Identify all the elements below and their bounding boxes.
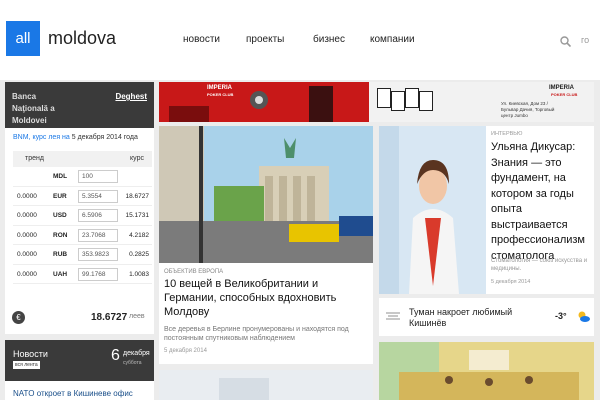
bank-name: Banca Naţională a Moldovei <box>12 92 55 125</box>
currency-code: USD <box>53 212 67 219</box>
interview-card[interactable]: ИНТЕРВЬЮ Ульяна Дикусар: Знания — это фу… <box>379 126 594 294</box>
news-day: 6 <box>111 347 120 364</box>
site-header: all moldova новости проекты бизнес компа… <box>0 0 600 80</box>
currency-rate: 1.0083 <box>129 270 149 278</box>
fog-icon <box>386 312 400 320</box>
banner-art <box>159 82 369 122</box>
interview-date: 5 декабря 2014 <box>491 279 531 285</box>
currency-trend: 0.0000 <box>17 251 37 258</box>
currency-code: UAH <box>53 270 68 278</box>
currency-trend: 0.0000 <box>17 192 37 200</box>
main-article-card[interactable]: ОБЪЕКТИВ ЕВРОПА 10 вещей в Великобритани… <box>159 126 373 364</box>
sun-cloud-icon <box>578 311 590 322</box>
poker-club-banner[interactable]: IMPERIA POKER CLUB IMPERIA POKER CLUB Ул… <box>159 82 594 122</box>
article-title[interactable]: 10 вещей в Великобритании и Германии, сп… <box>164 277 370 319</box>
currency-widget: Banca Naţională a Moldovei Deghest BNM, … <box>5 82 154 334</box>
interview-photo <box>379 126 486 294</box>
currency-amount-input[interactable]: 5.3554 <box>78 189 118 203</box>
nav-item-news[interactable]: новости <box>183 34 220 45</box>
currency-rate: 4.2182 <box>129 231 149 239</box>
currency-code: MDL <box>53 173 68 180</box>
banner-brand-sub-right: POKER CLUB <box>551 92 578 97</box>
rate-date: 5 декабря 2014 года <box>71 134 138 141</box>
currency-code: RUB <box>53 251 68 258</box>
currency-rate: 15.1731 <box>125 212 150 219</box>
currency-amount-input[interactable]: 100 <box>78 170 118 183</box>
card-icon <box>419 91 433 111</box>
news-header: Новости вся лента 6 декабря суббота <box>5 340 154 381</box>
currency-header: Banca Naţională a Moldovei Deghest <box>5 82 154 128</box>
currency-amount-input[interactable]: 353.9823 <box>78 248 118 261</box>
currency-row: 0.0000 RON 23.7068 4.2182 <box>13 226 152 245</box>
classroom-photo-card[interactable] <box>379 342 594 400</box>
currency-row: MDL 100 <box>13 167 152 187</box>
card-icon <box>377 88 391 108</box>
weather-text: Туман накроет любимый Кишинёв <box>409 307 513 328</box>
card-icon <box>405 88 419 108</box>
currency-total: € 18.6727 леев <box>5 300 154 334</box>
currency-table-header: тренд курс <box>13 151 152 167</box>
col-rate: курс <box>130 155 144 162</box>
currency-rate: 18.6727 <box>125 192 150 200</box>
currency-table: тренд курс MDL 100 0.0000 EUR 5.3554 18.6727 0… <box>13 151 152 284</box>
currency-amount-input[interactable]: 23.7068 <box>78 228 118 242</box>
banner-brand-right: IMPERIA <box>549 85 575 91</box>
provider-link[interactable]: Deghest <box>115 92 147 101</box>
article-subtitle: Все деревья в Берлине пронумерованы и на… <box>164 326 349 342</box>
news-widget: Новости вся лента 6 декабря суббота NATO… <box>5 340 154 400</box>
currency-trend: 0.0000 <box>17 270 37 278</box>
logo-all[interactable]: all <box>6 21 40 56</box>
total-unit: леев <box>129 313 145 320</box>
interview-tag[interactable]: ИНТЕРВЬЮ <box>491 131 522 137</box>
currency-row: 0.0000 EUR 5.3554 18.6727 <box>13 187 152 206</box>
card-icon <box>391 91 405 111</box>
col-trend: тренд <box>25 155 44 162</box>
currency-amount-input[interactable]: 6.5906 <box>78 209 118 222</box>
search-go-button[interactable]: го <box>581 35 589 45</box>
nav-item-business[interactable]: бизнес <box>313 34 345 45</box>
total-value: 18.6727 <box>91 312 128 323</box>
all-news-link[interactable]: вся лента <box>13 361 40 369</box>
nav-item-companies[interactable]: компании <box>370 34 415 45</box>
article-tag[interactable]: ОБЪЕКТИВ ЕВРОПА <box>164 269 223 275</box>
classroom-photo <box>379 342 594 400</box>
currency-amount-input[interactable]: 99.1768 <box>78 267 118 281</box>
nav-item-projects[interactable]: проекты <box>246 34 284 45</box>
search-icon[interactable] <box>560 36 571 47</box>
weather-temp: -3° <box>555 311 567 321</box>
article-photo <box>159 126 373 263</box>
banner-address: Ул. Киевская, Дом 23 / Бульвар Дачия, То… <box>501 101 555 118</box>
news-title: Новости <box>13 349 48 359</box>
article-photo-partial <box>159 370 373 400</box>
article-card-partial[interactable] <box>159 370 373 400</box>
euro-icon: € <box>12 311 25 324</box>
currency-rate: 0.2825 <box>129 251 149 258</box>
currency-code: EUR <box>53 192 67 200</box>
interview-subtitle: Стоматология — союз искусства и медицины… <box>491 258 588 272</box>
currency-trend: 0.0000 <box>17 212 37 219</box>
news-item[interactable]: NATO откроет в Кишиневе офис <box>13 389 133 398</box>
currency-trend: 0.0000 <box>17 231 37 239</box>
rate-date-line: BNM, курс лея на 5 декабря 2014 года <box>13 134 138 141</box>
article-date: 5 декабря 2014 <box>164 348 207 354</box>
currency-code: RON <box>53 231 68 239</box>
news-month: декабря <box>123 350 150 357</box>
interview-title[interactable]: Ульяна Дикусар: Знания — это фундамент, … <box>491 140 594 264</box>
news-weekday: суббота <box>123 360 142 366</box>
banner-brand-sub-left: POKER CLUB <box>207 92 234 97</box>
currency-row: 0.0000 USD 6.5906 15.1731 <box>13 206 152 226</box>
bnm-link[interactable]: BNM, курс лея на <box>13 134 70 141</box>
banner-brand-left: IMPERIA <box>207 85 233 91</box>
currency-row: 0.0000 RUB 353.9823 0.2825 <box>13 245 152 265</box>
logo-moldova[interactable]: moldova <box>48 28 116 49</box>
currency-row: 0.0000 UAH 99.1768 1.0083 <box>13 265 152 284</box>
weather-widget[interactable]: Туман накроет любимый Кишинёв -3° <box>379 298 594 336</box>
